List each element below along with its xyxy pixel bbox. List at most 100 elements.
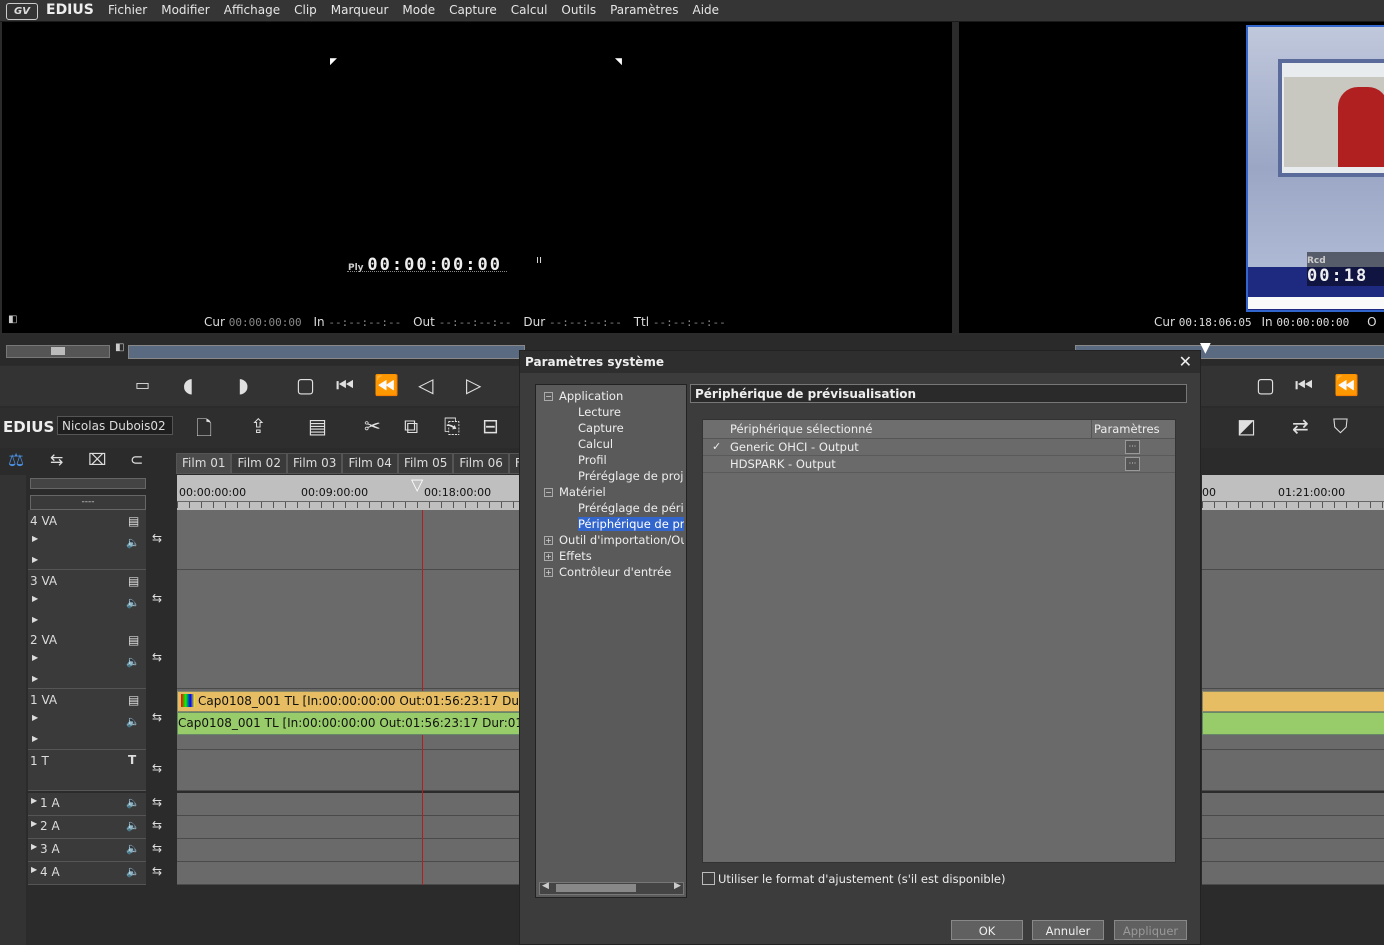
tree-node[interactable]: Préréglage de périphé	[578, 501, 684, 515]
expand-icon[interactable]: +	[544, 552, 553, 561]
collapse-icon[interactable]: −	[544, 488, 553, 497]
expand-icon[interactable]: ▶	[31, 865, 37, 874]
sequence-tab[interactable]: Film 06	[453, 453, 509, 474]
stop-icon[interactable]: ▢	[1256, 373, 1275, 397]
sync-icon[interactable]: ⇆	[152, 864, 162, 878]
zoom-slider[interactable]	[30, 478, 146, 489]
position-handle-icon[interactable]: ▼	[1200, 340, 1211, 356]
speaker-icon[interactable]: 🔈	[126, 865, 140, 878]
timeline-ruler[interactable]: 00:00:00:00 00:09:00:00 00:18:00:00 ▽	[177, 475, 520, 510]
sequence-tab[interactable]: Film 01	[176, 453, 232, 474]
sync-icon[interactable]: ⇆	[152, 650, 162, 664]
set-out-icon[interactable]: ◗	[238, 373, 249, 397]
track-lane[interactable]	[177, 750, 520, 791]
tree-horizontal-scrollbar[interactable]: ◀ ▶	[539, 881, 684, 895]
video-clip[interactable]: Cap0108_001 TL [In:00:00:00:00 Out:01:56…	[177, 691, 522, 712]
adjust-format-checkbox[interactable]	[702, 872, 715, 885]
range-select[interactable]: ----	[30, 495, 146, 510]
column-params[interactable]: Paramètres	[1094, 422, 1160, 436]
insert-icon[interactable]: ⊟	[482, 414, 499, 438]
expand-icon[interactable]: ▶	[32, 734, 38, 743]
device-row[interactable]: HDSPARK - Output ···	[703, 456, 1175, 473]
sync-icon[interactable]: ⇆	[152, 761, 162, 775]
go-start-icon[interactable]: ⏮	[1295, 373, 1313, 397]
paste-icon[interactable]: ⎘	[444, 414, 460, 438]
timeline-ruler-right[interactable]: 00 01:21:00:00	[1202, 475, 1384, 510]
recorder-monitor[interactable]: Rcd 00:18 Cur 00:18:06:05 In 00:00:00:00…	[959, 22, 1384, 333]
tree-node[interactable]: Profil	[578, 453, 607, 467]
sync-icon[interactable]: ⇆	[152, 531, 162, 545]
expand-icon[interactable]: ▶	[32, 674, 38, 683]
track-header[interactable]: 2 VA ▤ ▶ 🔈 ▶ ⇆	[28, 629, 162, 689]
sync-icon[interactable]: ⇆	[152, 795, 162, 809]
new-sequence-icon[interactable]: 🗋	[196, 414, 212, 448]
expand-icon[interactable]: ▶	[31, 796, 37, 805]
track-lane[interactable]	[177, 793, 520, 816]
rewind-icon[interactable]: ⏪	[374, 373, 399, 397]
menu-item[interactable]: Clip	[294, 3, 317, 17]
playhead-icon[interactable]: ▽	[411, 475, 423, 494]
apply-button[interactable]: Appliquer	[1114, 920, 1187, 940]
expand-icon[interactable]: ▶	[32, 713, 38, 722]
audio-clip[interactable]: Cap0108_001 TL [In:00:00:00:00 Out:01:56…	[177, 712, 522, 735]
cancel-button[interactable]: Annuler	[1032, 920, 1104, 940]
sequence-tab[interactable]: Film 03	[286, 453, 343, 474]
track-lane[interactable]	[177, 570, 520, 630]
menu-item[interactable]: Modifier	[161, 3, 210, 17]
save-icon[interactable]: ▤	[308, 414, 327, 438]
tree-node[interactable]: Outil d'importation/Outil d'	[559, 533, 684, 547]
track-lane[interactable]	[177, 839, 520, 862]
expand-icon[interactable]: ▶	[32, 653, 38, 662]
tree-node[interactable]: Capture	[578, 421, 624, 435]
copy-icon[interactable]: ⧉	[404, 414, 418, 438]
video-clip[interactable]	[1202, 691, 1384, 712]
track-header[interactable]: 3 VA ▤ ▶ 🔈 ▶ ⇆	[28, 570, 162, 630]
video-icon[interactable]: ▤	[128, 514, 139, 528]
open-icon[interactable]: ⇪	[250, 414, 267, 438]
tree-node[interactable]: Effets	[559, 549, 592, 563]
expand-icon[interactable]: ▶	[32, 615, 38, 624]
overwrite-icon[interactable]: ⌧	[88, 450, 106, 469]
ok-button[interactable]: OK	[951, 920, 1023, 940]
sequence-tab[interactable]: Film 05	[397, 453, 454, 474]
menu-item[interactable]: Mode	[402, 3, 435, 17]
track-lane[interactable]	[1202, 750, 1384, 791]
tree-node[interactable]: Calcul	[578, 437, 613, 451]
device-settings-icon[interactable]: ···	[1125, 457, 1140, 471]
track-lane[interactable]	[1202, 793, 1384, 816]
cut-icon[interactable]: ✂	[364, 414, 381, 438]
tree-node[interactable]: Contrôleur d'entrée	[559, 565, 671, 579]
video-icon[interactable]: ▤	[128, 693, 139, 707]
column-device[interactable]: Périphérique sélectionné	[730, 422, 872, 436]
rewind-icon[interactable]: ⏪	[1334, 373, 1359, 397]
menu-item[interactable]: Outils	[561, 3, 596, 17]
track-header[interactable]: ▶ 2 A 🔈 ⇆	[28, 816, 162, 839]
track-header[interactable]: 4 VA ▤ ▶ 🔈 ▶ ⇆	[28, 510, 162, 570]
menu-item[interactable]: Paramètres	[610, 3, 678, 17]
track-lane[interactable]	[1202, 839, 1384, 862]
render-icon[interactable]: ◩	[1237, 414, 1256, 438]
collapse-icon[interactable]: −	[544, 392, 553, 401]
step-back-icon[interactable]: ◁	[418, 373, 433, 397]
expand-icon[interactable]: ▶	[32, 594, 38, 603]
video-icon[interactable]: ▤	[128, 574, 139, 588]
speaker-icon[interactable]: 🔈	[126, 596, 140, 609]
tree-node[interactable]: Lecture	[578, 405, 621, 419]
sync-icon[interactable]: ⇆	[152, 591, 162, 605]
video-icon[interactable]: ▤	[128, 633, 139, 647]
device-row[interactable]: ✓ Generic OHCI - Output ···	[703, 439, 1175, 456]
sync-icon[interactable]: ⇆	[152, 841, 162, 855]
tree-node[interactable]: Application	[559, 389, 623, 403]
set-in-icon[interactable]: ◖	[183, 373, 194, 397]
sync-lock-icon[interactable]: ⊂	[130, 450, 143, 469]
speaker-icon[interactable]: 🔈	[126, 655, 140, 668]
expand-icon[interactable]: +	[544, 536, 553, 545]
expand-icon[interactable]: ▶	[32, 534, 38, 543]
track-lane[interactable]	[177, 510, 520, 570]
close-icon[interactable]: ✕	[1179, 352, 1192, 371]
device-settings-icon[interactable]: ···	[1125, 440, 1140, 454]
player-position-bar[interactable]	[128, 345, 525, 359]
menu-item[interactable]: Calcul	[511, 3, 548, 17]
sequence-tab[interactable]: Film 04	[342, 453, 398, 474]
play-icon[interactable]: ▷	[466, 373, 481, 397]
